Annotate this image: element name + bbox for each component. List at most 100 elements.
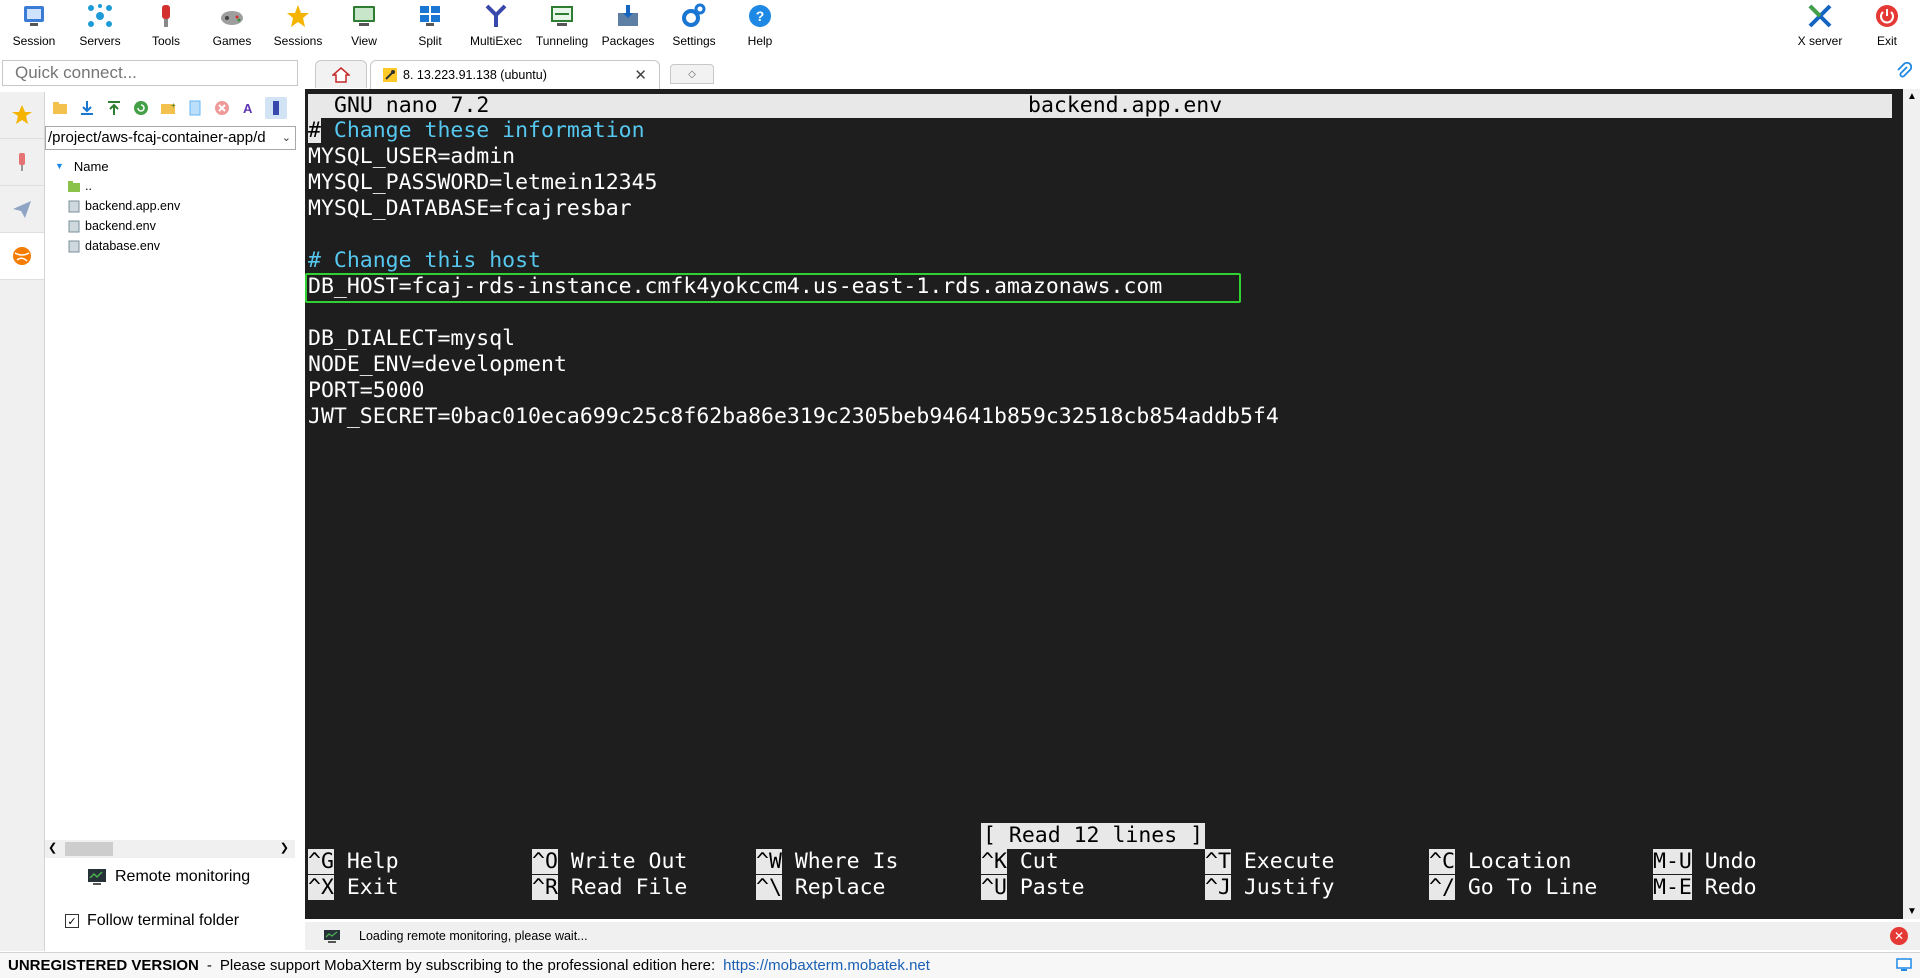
attachment-button[interactable]	[1896, 61, 1913, 83]
new-tab-button[interactable]: ◇	[670, 64, 714, 84]
remote-monitoring-button[interactable]: Remote monitoring	[87, 868, 250, 886]
sessions-button[interactable]: Sessions	[272, 0, 324, 53]
sftp-rename-button[interactable]: A	[238, 97, 260, 119]
svg-text:A: A	[243, 101, 253, 116]
shortcut-undo: M-U Undo	[1653, 849, 1757, 874]
nano-version: GNU nano 7.2	[334, 93, 490, 118]
servers-icon	[87, 3, 113, 29]
settings-icon	[681, 3, 707, 29]
follow-terminal-folder-toggle[interactable]: ✓ Follow terminal folder	[65, 912, 239, 930]
help-button[interactable]: ? Help	[736, 0, 784, 53]
file-row[interactable]: backend.env	[45, 216, 298, 236]
shortcut-help: ^G Help	[308, 849, 399, 874]
shortcut-replace: ^\ Replace	[756, 875, 886, 900]
sftp-toolbar: + A	[45, 92, 298, 124]
help-icon: ?	[747, 3, 773, 29]
main-toolbar: Session Servers Tools Games Sessions Vie…	[0, 0, 1920, 53]
sftp-horizontal-scrollbar[interactable]: ❮ ❯	[45, 840, 295, 858]
session-tab-label: 8. 13.223.91.138 (ubuntu)	[403, 68, 547, 82]
file-line-6: # Change this host	[308, 248, 541, 273]
sftp-new-folder-button[interactable]: +	[157, 97, 179, 119]
file-icon	[68, 240, 80, 253]
exit-button[interactable]: Exit	[1870, 0, 1904, 53]
file-line-10: NODE_ENV=development	[308, 352, 567, 377]
tunneling-button[interactable]: Tunneling	[532, 0, 592, 53]
sidebar-tab-sftp[interactable]	[0, 233, 44, 280]
sftp-refresh-button[interactable]	[130, 97, 152, 119]
terminal-view[interactable]: GNU nano 7.2 backend.app.env # Change th…	[305, 89, 1903, 919]
file-name: backend.env	[85, 219, 156, 233]
sftp-path-field[interactable]: /project/aws-fcaj-container-app/d ⌄	[45, 126, 296, 150]
remote-monitoring-bar: Loading remote monitoring, please wait..…	[305, 922, 1920, 950]
shortcut-go-to-line: ^/ Go To Line	[1429, 875, 1598, 900]
file-line-12: JWT_SECRET=0bac010eca699c25c8f62ba86e319…	[308, 404, 1279, 429]
session-button[interactable]: Session	[10, 0, 58, 53]
mobaxterm-link[interactable]: https://mobaxterm.mobatek.net	[723, 957, 930, 974]
close-tab-icon[interactable]: ✕	[634, 66, 647, 84]
paper-plane-icon	[13, 201, 31, 218]
sftp-new-file-button[interactable]	[184, 97, 206, 119]
support-message: Please support MobaXterm by subscribing …	[219, 957, 716, 974]
games-icon	[219, 3, 245, 29]
tools-icon	[153, 3, 179, 29]
sidebar-tabs	[0, 92, 45, 951]
sftp-delete-button[interactable]	[211, 97, 233, 119]
sftp-parent-folder-button[interactable]	[49, 97, 71, 119]
cursor: #	[308, 118, 321, 143]
new-tab-icon: ◇	[688, 68, 696, 80]
upload-icon	[108, 101, 120, 115]
shortcut-paste: ^U Paste	[981, 875, 1085, 900]
settings-button[interactable]: Settings	[664, 0, 724, 53]
unregistered-label: UNREGISTERED VERSION	[8, 957, 199, 974]
file-row[interactable]: backend.app.env	[45, 196, 298, 216]
sidebar-tab-tools[interactable]	[0, 139, 44, 186]
refresh-icon	[134, 101, 148, 115]
scroll-down-icon[interactable]: ▼	[1907, 906, 1917, 917]
quick-connect-input[interactable]	[2, 60, 298, 86]
servers-button[interactable]: Servers	[76, 0, 124, 53]
name-column-header: Name	[73, 158, 109, 174]
terminal-vertical-scrollbar[interactable]: ▲ ▼	[1903, 89, 1920, 919]
tunneling-icon	[549, 3, 575, 29]
tools-button[interactable]: Tools	[142, 0, 190, 53]
bottom-status-bar: UNREGISTERED VERSION - Please support Mo…	[0, 952, 1920, 978]
session-tab-active[interactable]: 8. 13.223.91.138 (ubuntu) ✕	[370, 60, 660, 89]
file-icon	[68, 220, 80, 233]
shortcut-where-is: ^W Where Is	[756, 849, 899, 874]
x-server-icon	[1807, 3, 1833, 29]
sftp-permissions-button[interactable]	[265, 97, 287, 119]
packages-button[interactable]: Packages	[598, 0, 658, 53]
split-button[interactable]: Split	[406, 0, 454, 53]
x-server-button[interactable]: X server	[1792, 0, 1848, 53]
file-tree-header[interactable]: ▼ Name	[45, 156, 298, 176]
games-button[interactable]: Games	[208, 0, 256, 53]
file-row-parent[interactable]: ..	[45, 176, 298, 196]
scroll-right-icon[interactable]: ❯	[280, 841, 289, 854]
session-icon	[21, 3, 47, 29]
session-tab-bar: 8. 13.223.91.138 (ubuntu) ✕ ◇	[305, 58, 1920, 89]
folder-up-icon	[53, 102, 67, 114]
new-file-icon	[189, 100, 201, 116]
multiexec-button[interactable]: MultiExec	[466, 0, 526, 53]
new-folder-icon: +	[161, 101, 176, 114]
follow-terminal-checkbox[interactable]: ✓	[65, 914, 79, 928]
file-row[interactable]: database.env	[45, 236, 298, 256]
monitor-icon[interactable]	[1896, 957, 1912, 977]
scroll-up-icon[interactable]: ▲	[1907, 91, 1917, 102]
sftp-upload-button[interactable]	[103, 97, 125, 119]
shortcut-write-out: ^O Write Out	[532, 849, 688, 874]
file-name: ..	[85, 179, 92, 193]
sidebar-tab-sessions[interactable]	[0, 92, 44, 139]
scroll-left-icon[interactable]: ❮	[48, 841, 57, 854]
multiexec-icon	[483, 3, 509, 29]
chevron-down-icon[interactable]: ⌄	[282, 127, 291, 149]
sftp-download-button[interactable]	[76, 97, 98, 119]
ssh-key-icon	[383, 68, 397, 82]
home-tab[interactable]	[315, 60, 367, 88]
home-icon	[332, 66, 350, 83]
view-button[interactable]: View	[340, 0, 388, 53]
sidebar-tab-macros[interactable]	[0, 186, 44, 233]
shortcut-location: ^C Location	[1429, 849, 1572, 874]
close-monitoring-icon[interactable]: ✕	[1890, 927, 1908, 945]
scroll-thumb[interactable]	[65, 842, 113, 856]
